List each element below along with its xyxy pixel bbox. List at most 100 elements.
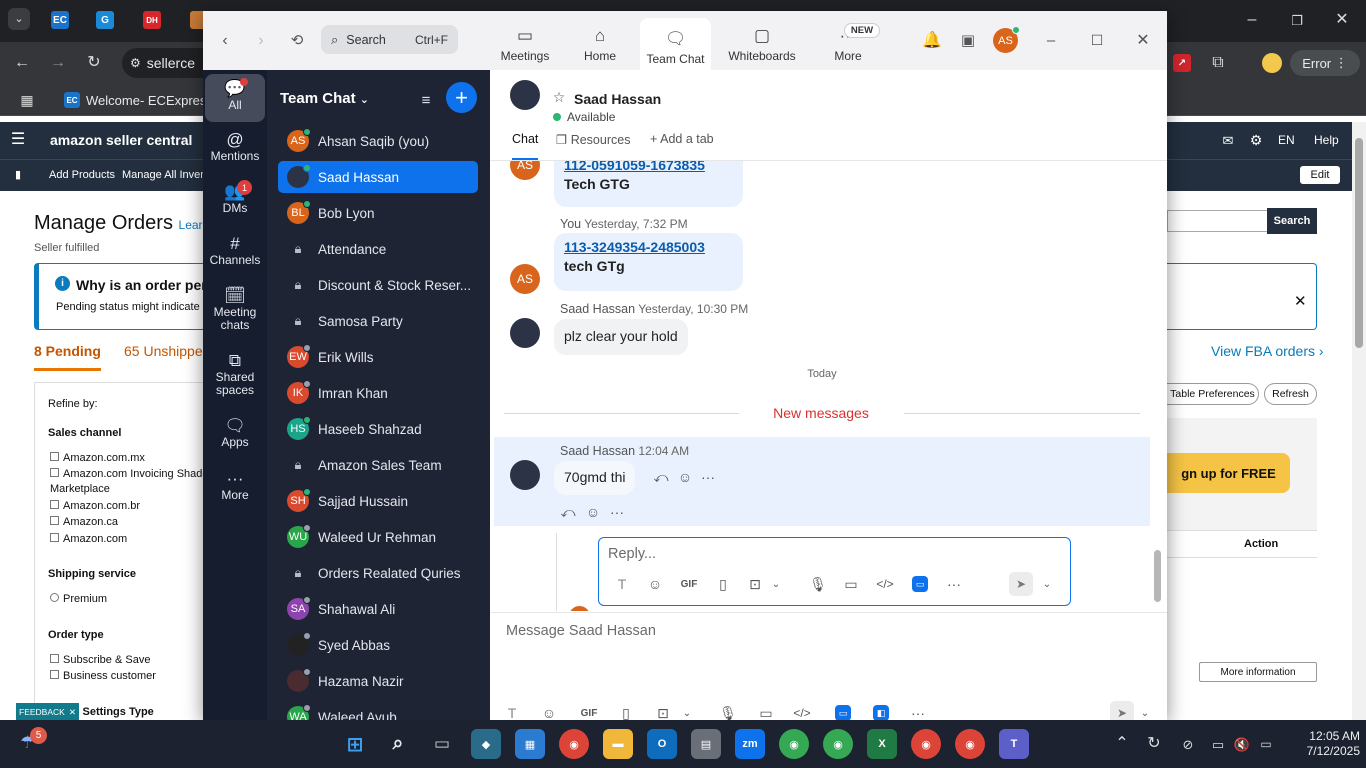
add-reaction-icon[interactable]: ☺ (677, 469, 693, 485)
checkbox[interactable] (50, 533, 59, 542)
channel-option[interactable]: Amazon.com Invoicing Shado (50, 468, 209, 480)
messages-scrollbar[interactable] (1154, 165, 1162, 610)
send-icon[interactable]: ➤ (1110, 701, 1134, 720)
profile-avatar[interactable] (1262, 53, 1282, 73)
screenshot-icon[interactable]: ⊡ (747, 576, 763, 592)
code-icon[interactable]: </> (793, 705, 811, 720)
chat-list-item[interactable]: WU Waleed Ur Rehman (278, 521, 478, 553)
tray-sync-icon[interactable]: ↻ (1146, 736, 1162, 752)
refresh-button[interactable]: Refresh (1264, 383, 1317, 405)
tab-resources[interactable]: ❐ Resources (556, 132, 630, 147)
minimize-icon[interactable]: – (1041, 30, 1061, 50)
extensions-icon[interactable]: ⧉ (1208, 53, 1228, 73)
zoom-app-icon[interactable]: ▭ (912, 576, 928, 592)
apps-grid-icon[interactable]: ▦ (18, 91, 36, 109)
emoji-picker-icon[interactable]: ☺ (647, 576, 663, 592)
table-preferences-button[interactable]: Table Preferences (1167, 383, 1259, 405)
reply-icon[interactable]: ⤺ (560, 504, 576, 520)
message-bubble[interactable]: 113-3249354-2485003 tech GTg (554, 233, 743, 291)
zoom-whiteboard-app-icon[interactable]: ◧ (873, 705, 889, 720)
format-text-icon[interactable]: T (614, 576, 630, 592)
user-avatar[interactable]: AS (993, 26, 1020, 53)
gif-icon[interactable]: GIF (678, 576, 700, 592)
chat-list-item[interactable]: SH Sajjad Hussain (278, 485, 478, 517)
filter-icon[interactable]: ≡ (416, 90, 436, 110)
file-explorer-icon[interactable]: ▬ (603, 729, 633, 759)
rail-dms[interactable]: 👥 DMs (205, 183, 265, 215)
radio[interactable] (50, 593, 59, 602)
page-scrollbar[interactable] (1352, 122, 1366, 720)
taskbar-app-icon[interactable]: ◆ (471, 729, 501, 759)
subnav-manage-inventory[interactable]: Manage All Invent (122, 169, 209, 181)
reload-icon[interactable]: ↻ (84, 53, 104, 73)
contact-name[interactable]: Saad Hassan (574, 91, 661, 107)
message-bubble[interactable]: 70gmd thi (554, 461, 636, 495)
mail-icon[interactable]: ✉ (1220, 132, 1236, 148)
view-fba-link[interactable]: View FBA orders › (1211, 343, 1324, 359)
chat-list-item[interactable]: 🔒︎ Attendance (278, 233, 478, 265)
chat-list-item[interactable]: 🔒︎ Orders Realated Quries (278, 557, 478, 589)
chrome-profile-icon[interactable]: ◉ (911, 729, 941, 759)
chrome-profile-icon[interactable]: ◉ (823, 729, 853, 759)
pdf-extension-icon[interactable]: ↗ (1173, 54, 1191, 72)
bookmark-item[interactable]: EC Welcome- ECExpres... (64, 92, 217, 108)
chrome-profile-icon[interactable]: ◉ (779, 729, 809, 759)
clock[interactable]: 12:05 AM 7/12/2025 (1290, 729, 1360, 759)
checkbox[interactable] (50, 516, 59, 525)
forward-icon[interactable]: → (48, 53, 68, 73)
back-icon[interactable]: ← (12, 53, 32, 73)
message-bubble[interactable]: 112-0591059-1673835 Tech GTG (554, 161, 743, 207)
zoom-search-box[interactable]: ⌕ Search Ctrl+F (321, 25, 458, 54)
tab-team-chat[interactable]: 🗨 Team Chat (640, 18, 711, 70)
microsoft-store-icon[interactable]: ▦ (515, 729, 545, 759)
send-options-icon[interactable]: ⌄ (1139, 705, 1151, 720)
start-button[interactable]: ⊞ (340, 729, 370, 759)
checkbox[interactable] (50, 500, 59, 509)
format-text-icon[interactable]: T (504, 705, 520, 720)
rail-meeting-chats[interactable]: 🗓 Meeting chats (205, 287, 265, 332)
tray-display-icon[interactable]: ▭ (1210, 736, 1226, 752)
signup-free-button[interactable]: gn up for FREE (1167, 453, 1290, 493)
zoom-taskbar-icon[interactable]: zm (735, 729, 765, 759)
emoji-picker-icon[interactable]: ☺ (541, 705, 557, 720)
tab-favicon-g[interactable]: G (96, 11, 114, 29)
video-message-icon[interactable]: ▭ (758, 705, 774, 721)
channel-option[interactable]: Amazon.com.mx (50, 452, 145, 464)
screenshot-icon[interactable]: ⊡ (655, 705, 671, 721)
rail-channels[interactable]: # Channels (205, 235, 265, 267)
zoom-back-icon[interactable]: ‹ (215, 31, 235, 51)
amazon-menu-icon[interactable]: ☰ (9, 131, 27, 149)
settings-icon[interactable]: ⚙ (1248, 132, 1264, 148)
chat-list-item[interactable]: BL Bob Lyon (278, 197, 478, 229)
reply-input[interactable]: Reply... (608, 546, 656, 562)
excel-icon[interactable]: X (867, 729, 897, 759)
tab-unshipped[interactable]: 65 Unshippe (124, 343, 203, 359)
tab-add[interactable]: + Add a tab (650, 132, 714, 146)
maximize-icon[interactable]: ☐ (1087, 30, 1107, 50)
page-scrollbar-thumb[interactable] (1355, 138, 1363, 348)
zoom-app-icon[interactable]: ▭ (835, 705, 851, 720)
channel-option[interactable]: Amazon.com (50, 533, 127, 545)
send-options-icon[interactable]: ⌄ (1041, 576, 1053, 592)
more-actions-icon[interactable]: ··· (609, 504, 625, 520)
message-avatar[interactable]: AS (510, 264, 540, 294)
message-input[interactable]: Message Saad Hassan (506, 623, 656, 639)
tab-whiteboards[interactable]: ▢ Whiteboards (723, 19, 801, 67)
subnav-add-products[interactable]: Add Products (49, 169, 115, 181)
language-selector[interactable]: EN (1278, 133, 1295, 147)
contact-avatar[interactable] (510, 80, 540, 110)
emoji-icon[interactable]: ☺ (585, 504, 601, 520)
message-avatar[interactable] (510, 318, 540, 348)
more-tools-icon[interactable]: ··· (945, 576, 963, 592)
rail-mentions[interactable]: @ Mentions (205, 131, 265, 163)
message-avatar[interactable] (510, 460, 540, 490)
chat-list-item[interactable]: WA Waleed Ayub (278, 701, 478, 720)
team-chat-dropdown[interactable]: Team Chat ⌄ (280, 90, 369, 107)
outlook-icon[interactable]: O (647, 729, 677, 759)
more-information-button[interactable]: More information (1199, 662, 1317, 682)
file-icon[interactable]: ▯ (715, 576, 731, 592)
feedback-tab[interactable]: FEEDBACK ✕ (16, 703, 79, 721)
message-more-icon[interactable]: ··· (700, 469, 716, 485)
site-info-icon[interactable]: ⚙ (130, 56, 141, 70)
tab-favicon-dh[interactable]: DH (143, 11, 161, 29)
